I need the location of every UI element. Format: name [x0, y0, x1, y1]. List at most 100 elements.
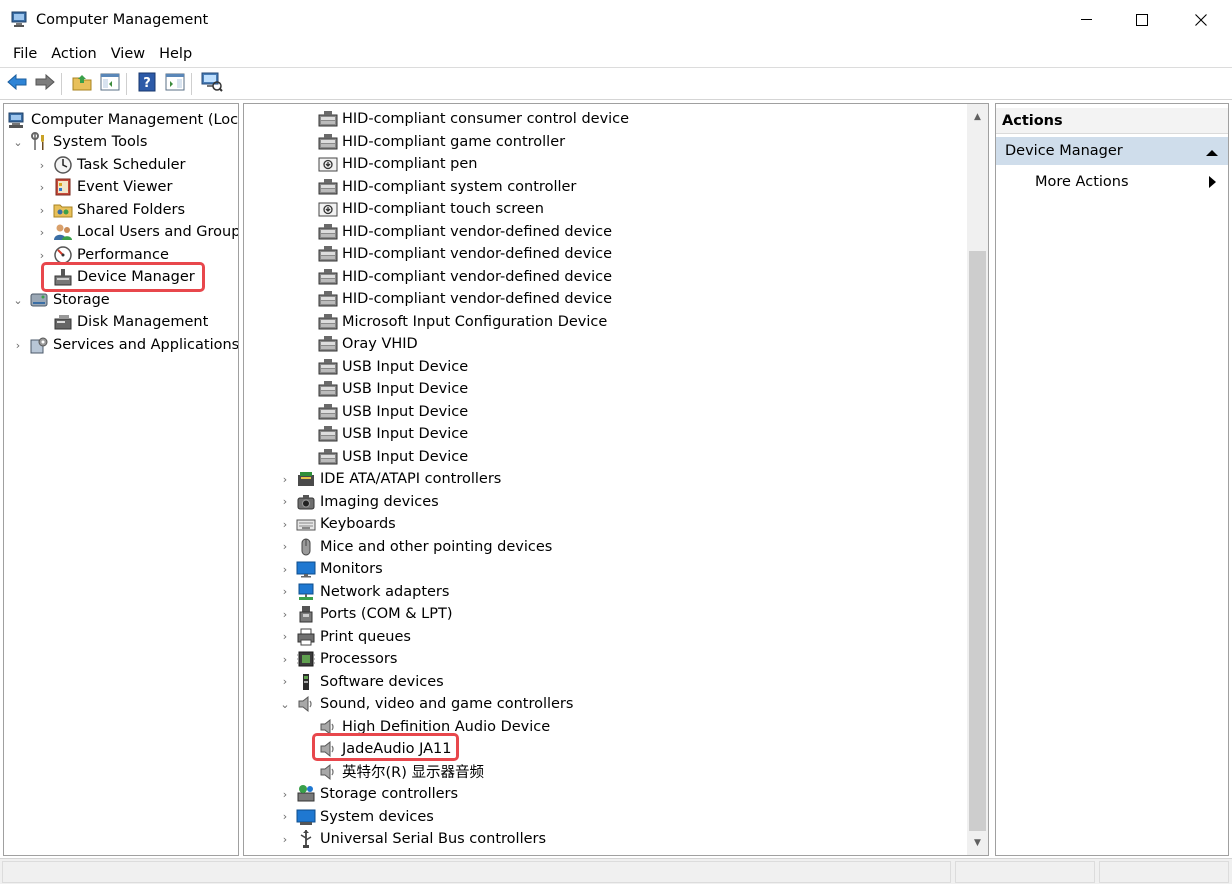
- scan-hardware-button[interactable]: [200, 72, 224, 96]
- close-icon: [1195, 14, 1207, 26]
- chevron-down-icon[interactable]: ⌄: [11, 135, 25, 149]
- device-item-audio-1[interactable]: High Definition Audio Device: [318, 716, 550, 738]
- device-item-hid-compliant-vendor-defined-device[interactable]: HID-compliant vendor-defined device: [318, 243, 612, 265]
- tree-label: Performance: [77, 247, 169, 263]
- chevron-right-icon[interactable]: ›: [278, 585, 292, 599]
- device-category-processors[interactable]: › Processors: [278, 648, 398, 670]
- chevron-right-icon[interactable]: ›: [278, 540, 292, 554]
- hid-device-icon: [318, 289, 338, 309]
- chevron-right-icon[interactable]: ›: [278, 562, 292, 576]
- chevron-right-icon[interactable]: ›: [278, 607, 292, 621]
- menu-help[interactable]: Help: [152, 46, 199, 62]
- device-item-usb-input-device[interactable]: USB Input Device: [318, 356, 468, 378]
- device-item-hid-compliant-vendor-defined-device[interactable]: HID-compliant vendor-defined device: [318, 221, 612, 243]
- device-item-hid-compliant-touch-screen[interactable]: HID-compliant touch screen: [318, 198, 544, 220]
- device-item-hid-compliant-vendor-defined-device[interactable]: HID-compliant vendor-defined device: [318, 288, 612, 310]
- device-category-imaging-devices[interactable]: › Imaging devices: [278, 491, 439, 513]
- tree-item-shared-folders[interactable]: › Shared Folders: [35, 199, 185, 221]
- device-item-hid-compliant-consumer-control-device[interactable]: HID-compliant consumer control device: [318, 108, 629, 130]
- scroll-down-arrow-icon[interactable]: ▼: [967, 834, 988, 851]
- tree-label: Computer Management (Local): [31, 112, 239, 128]
- chevron-right-icon[interactable]: ›: [35, 158, 49, 172]
- device-item-hid-compliant-game-controller[interactable]: HID-compliant game controller: [318, 131, 565, 153]
- menu-action[interactable]: Action: [44, 46, 103, 62]
- chevron-right-icon[interactable]: ›: [278, 517, 292, 531]
- device-label: Network adapters: [320, 583, 450, 600]
- device-category-ports-com-lpt[interactable]: › Ports (COM & LPT): [278, 603, 452, 625]
- actions-section-device-manager[interactable]: Device Manager: [996, 137, 1228, 165]
- back-arrow-icon: [7, 73, 27, 94]
- device-category-monitors[interactable]: › Monitors: [278, 558, 383, 580]
- chevron-down-icon[interactable]: ⌄: [11, 293, 25, 307]
- chevron-right-icon[interactable]: ›: [35, 203, 49, 217]
- device-category-keyboards[interactable]: › Keyboards: [278, 513, 396, 535]
- device-item-usb-input-device[interactable]: USB Input Device: [318, 401, 468, 423]
- tree-item-services-and-applications[interactable]: › Services and Applications: [11, 334, 238, 356]
- tree-item-storage[interactable]: ⌄ Storage: [11, 289, 109, 311]
- device-item-usb-input-device[interactable]: USB Input Device: [318, 446, 468, 468]
- chevron-right-icon[interactable]: ›: [278, 495, 292, 509]
- device-category-ide-ata-atapi-controllers[interactable]: › IDE ATA/ATAPI controllers: [278, 468, 502, 490]
- device-category-software-devices[interactable]: › Software devices: [278, 671, 444, 693]
- chevron-right-icon[interactable]: ›: [278, 787, 292, 801]
- menu-view[interactable]: View: [104, 46, 152, 62]
- device-category-print-queues[interactable]: › Print queues: [278, 626, 411, 648]
- tree-item-computer-management-local[interactable]: Computer Management (Local): [7, 109, 239, 131]
- tree-item-system-tools[interactable]: ⌄ System Tools: [11, 131, 147, 153]
- device-label: Monitors: [320, 561, 383, 577]
- device-label: HID-compliant system controller: [342, 178, 577, 195]
- forward-button[interactable]: [33, 72, 57, 96]
- chevron-right-icon[interactable]: ›: [278, 832, 292, 846]
- device-item-usb-input-device[interactable]: USB Input Device: [318, 423, 468, 445]
- tree-item-device-manager[interactable]: Device Manager: [53, 266, 195, 288]
- device-item-usb-input-device[interactable]: USB Input Device: [318, 378, 468, 400]
- device-item-oray-vhid[interactable]: Oray VHID: [318, 333, 418, 355]
- device-label: HID-compliant consumer control device: [342, 111, 630, 127]
- device-item-audio-3[interactable]: 英特尔(R) 显示器音频: [318, 761, 484, 783]
- tree-item-task-scheduler[interactable]: › Task Scheduler: [35, 154, 186, 176]
- chevron-right-icon[interactable]: ›: [35, 180, 49, 194]
- device-item-hid-compliant-pen[interactable]: HID-compliant pen: [318, 153, 478, 175]
- device-label: Microsoft Input Configuration Device: [342, 313, 608, 330]
- device-label: High Definition Audio Device: [342, 718, 551, 735]
- device-category-sound-video-game-controllers[interactable]: ⌄ Sound, video and game controllers: [278, 693, 573, 715]
- device-item-microsoft-input-configuration-device[interactable]: Microsoft Input Configuration Device: [318, 311, 607, 333]
- menu-file[interactable]: File: [6, 46, 44, 62]
- device-category-storage-controllers[interactable]: › Storage controllers: [278, 783, 458, 805]
- back-button[interactable]: [5, 72, 29, 96]
- device-item-hid-compliant-vendor-defined-device[interactable]: HID-compliant vendor-defined device: [318, 266, 612, 288]
- chevron-right-icon[interactable]: ›: [278, 652, 292, 666]
- chevron-right-icon[interactable]: ›: [35, 225, 49, 239]
- more-actions-item[interactable]: More Actions: [996, 170, 1228, 194]
- chevron-right-icon[interactable]: ›: [278, 675, 292, 689]
- device-item-audio-2[interactable]: JadeAudio JA11: [318, 738, 452, 760]
- chevron-right-icon[interactable]: ›: [11, 338, 25, 352]
- close-button[interactable]: [1172, 0, 1230, 40]
- device-category-mice-and-other-pointing-devices[interactable]: › Mice and other pointing devices: [278, 536, 552, 558]
- tree-item-event-viewer[interactable]: › Event Viewer: [35, 176, 172, 198]
- show-hide-action-pane-icon: [165, 73, 185, 95]
- scroll-thumb[interactable]: [969, 251, 986, 831]
- device-category-system-devices[interactable]: › System devices: [278, 806, 434, 828]
- show-hide-action-pane-button[interactable]: [163, 72, 187, 96]
- scroll-up-arrow-icon[interactable]: ▲: [967, 108, 988, 125]
- collapse-up-triangle-icon[interactable]: [1206, 145, 1218, 161]
- device-item-hid-compliant-system-controller[interactable]: HID-compliant system controller: [318, 176, 576, 198]
- chevron-down-icon[interactable]: ⌄: [278, 697, 292, 711]
- device-category-network-adapters[interactable]: › Network adapters: [278, 581, 449, 603]
- chevron-right-icon[interactable]: ›: [278, 472, 292, 486]
- help-button[interactable]: ?: [135, 72, 159, 96]
- device-category-universal-serial-bus-controllers[interactable]: › Universal Serial Bus controllers: [278, 828, 546, 850]
- tree-item-disk-management[interactable]: Disk Management: [53, 311, 208, 333]
- show-hide-console-tree-button[interactable]: [98, 72, 122, 96]
- minimize-button[interactable]: [1058, 0, 1116, 40]
- maximize-button[interactable]: [1113, 0, 1171, 40]
- vertical-scrollbar[interactable]: ▲ ▼: [967, 104, 988, 855]
- tree-item-local-users-and-groups[interactable]: › Local Users and Groups: [35, 221, 238, 243]
- chevron-right-icon[interactable]: ›: [35, 248, 49, 262]
- device-label: Print queues: [320, 628, 411, 645]
- chevron-right-icon[interactable]: ›: [278, 810, 292, 824]
- up-one-level-button[interactable]: [70, 72, 94, 96]
- tree-item-performance[interactable]: › Performance: [35, 244, 169, 266]
- chevron-right-icon[interactable]: ›: [278, 630, 292, 644]
